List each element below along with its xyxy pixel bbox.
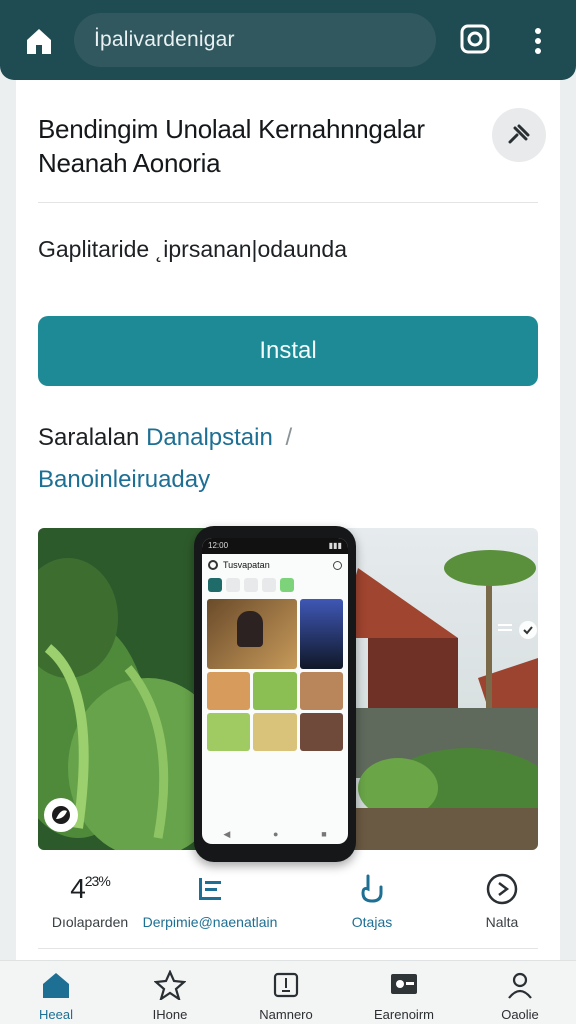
nav-profile[interactable]: Oaolie — [472, 969, 568, 1022]
phone-content-grid — [202, 596, 348, 754]
app-logo-icon — [208, 560, 218, 570]
install-button[interactable]: Instal — [38, 316, 538, 386]
content-tile — [299, 672, 343, 710]
phone-app-title: Tusvapatan — [223, 560, 270, 570]
rating-extra: 23% — [84, 873, 111, 889]
phone-screen: 12:00 ▮▮▮ Tusvapatan ◀ ● ■ — [202, 538, 348, 844]
chip — [226, 578, 240, 592]
size-stat[interactable]: Otajas — [330, 872, 414, 930]
nav-favorites[interactable]: IHone — [122, 969, 218, 1022]
info-slash: / — [285, 424, 293, 451]
info-prefix: Saralalan — [38, 424, 140, 451]
nav-label: IHone — [152, 1007, 188, 1022]
home-circle-icon: ● — [273, 829, 279, 839]
content-tile — [299, 713, 343, 751]
chip — [244, 578, 258, 592]
content-tile — [207, 713, 251, 751]
recents-icon: ■ — [321, 829, 327, 839]
chip — [262, 578, 276, 592]
chip — [280, 578, 294, 592]
app-subtitle: Gaplitaride ˛iprsanan|odaunda — [38, 236, 348, 262]
nav-home[interactable]: Heeal — [8, 969, 104, 1022]
divider — [38, 202, 538, 203]
more-vert-icon[interactable] — [526, 24, 550, 58]
star-icon — [122, 969, 218, 1001]
side-tile — [299, 599, 343, 669]
nav-label: Heeal — [39, 1007, 73, 1022]
developer-stat[interactable]: Derpimie@naenatlain — [140, 872, 280, 930]
nav-updates[interactable]: Namnero — [238, 969, 334, 1022]
phone-app-header: Tusvapatan — [202, 554, 348, 576]
chip — [208, 578, 222, 592]
hero-corner-badge — [498, 620, 540, 640]
rating-value: 423% — [70, 873, 111, 904]
leaf-icon — [44, 798, 78, 832]
info-line: Saralalan Danalpstain / — [38, 424, 292, 452]
search-icon — [333, 560, 342, 570]
phone-nav: ◀ ● ■ — [202, 829, 348, 840]
nav-label: Namnero — [259, 1007, 313, 1022]
rating-stat: 423% Dıolaparden — [40, 872, 140, 930]
address-bar[interactable]: İpalivardenigar — [74, 13, 436, 67]
signal-icon: ▮▮▮ — [328, 541, 342, 550]
bottom-navigation: Heeal IHone Namnero Earenoirm Oaolie — [0, 960, 576, 1024]
info-link-secondary[interactable]: Banoinleiruaday — [38, 466, 210, 494]
camera-icon[interactable] — [458, 22, 492, 56]
home-icon[interactable] — [22, 24, 56, 58]
app-details-card: Bendingim Unolaal Kernahnngalar Neanah A… — [16, 80, 560, 960]
download-icon — [330, 872, 414, 906]
content-tile — [253, 713, 297, 751]
phone-status-time: 12:00 — [208, 541, 229, 550]
address-text: İpalivardenigar — [94, 28, 235, 51]
person-icon — [472, 969, 568, 1001]
phone-status-bar: 12:00 ▮▮▮ — [202, 538, 348, 554]
size-label: Otajas — [351, 914, 393, 930]
nav-library[interactable]: Earenoirm — [356, 969, 452, 1022]
info-link[interactable]: Danalpstain — [146, 424, 273, 451]
divider — [38, 948, 538, 949]
content-tile — [253, 672, 297, 710]
play-circle-icon — [462, 872, 542, 906]
library-icon — [356, 969, 452, 1001]
nav-label: Earenoirm — [374, 1007, 434, 1022]
phone-mockup: 12:00 ▮▮▮ Tusvapatan ◀ ● ■ — [194, 526, 356, 862]
browser-top-bar: İpalivardenigar — [0, 0, 576, 80]
rating-label: Dıolaparden — [51, 914, 129, 930]
update-icon — [238, 969, 334, 1001]
pin-button[interactable] — [492, 108, 546, 162]
app-title: Bendingim Unolaal Kernahnngalar Neanah A… — [38, 114, 425, 178]
nav-label: Oaolie — [501, 1007, 539, 1022]
developer-label: Derpimie@naenatlain — [142, 914, 278, 930]
content-tile — [207, 672, 251, 710]
list-icon — [140, 872, 280, 906]
play-label: Nalta — [485, 914, 519, 930]
feature-tile — [207, 599, 297, 669]
pin-icon — [508, 124, 530, 144]
home-icon — [8, 969, 104, 1001]
back-icon: ◀ — [223, 829, 231, 839]
phone-chip-row — [202, 576, 348, 596]
play-stat[interactable]: Nalta — [462, 872, 542, 930]
